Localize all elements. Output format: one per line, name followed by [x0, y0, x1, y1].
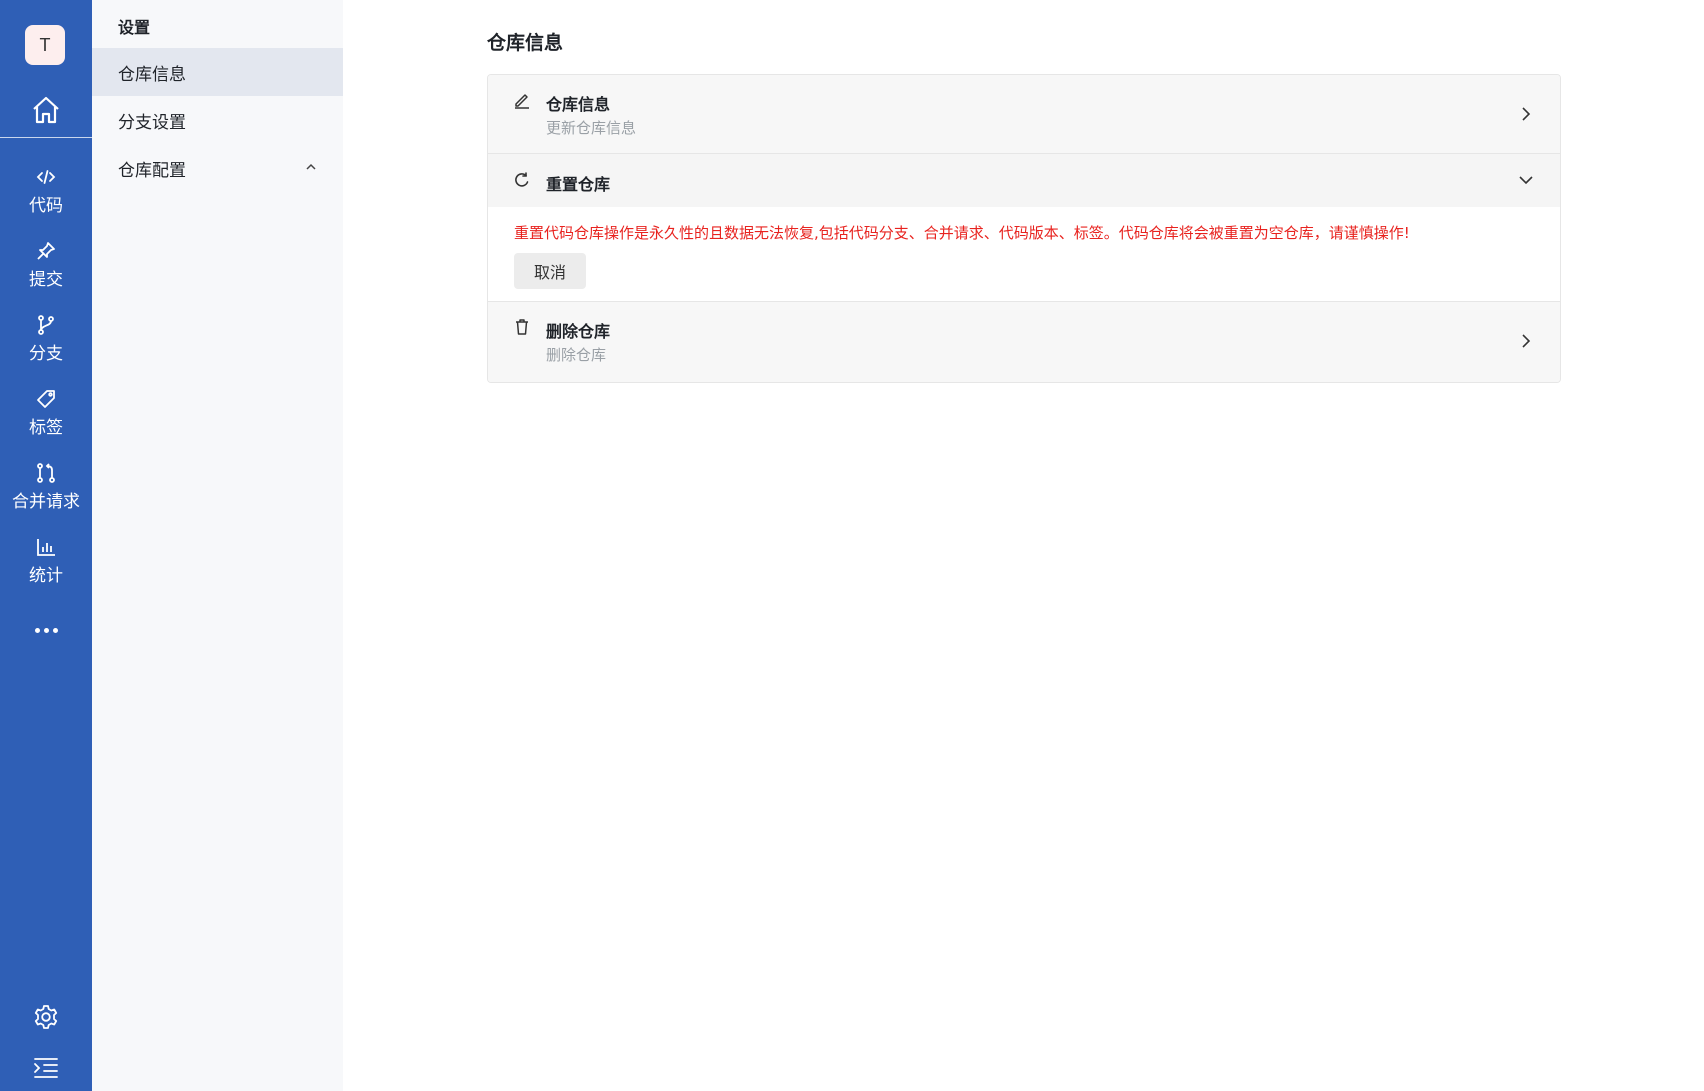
rail-item-label: 分支	[29, 344, 63, 364]
row-subtitle: 更新仓库信息	[546, 119, 637, 137]
rail-item-label: 标签	[29, 418, 63, 438]
more-icon[interactable]	[30, 620, 62, 640]
rail-item-merge-requests[interactable]: 合并请求	[0, 462, 92, 522]
row-subtitle: 删除仓库	[546, 346, 607, 364]
rail-item-branches[interactable]: 分支	[0, 314, 92, 374]
avatar[interactable]: T	[25, 25, 65, 65]
sidebar-item-label: 仓库配置	[118, 160, 186, 181]
row-title: 仓库信息	[546, 95, 611, 114]
rail-item-commits[interactable]: 提交	[0, 240, 92, 300]
repo-info-row[interactable]: 仓库信息 更新仓库信息	[488, 75, 1560, 153]
sidebar-item-label: 仓库信息	[118, 64, 186, 85]
reset-icon	[515, 172, 529, 187]
rail-item-label: 合并请求	[12, 492, 80, 512]
chevron-up-icon	[306, 163, 316, 170]
rail-item-code[interactable]: 代码	[0, 166, 92, 226]
sidebar-item-repo-info[interactable]: 仓库信息	[92, 48, 343, 96]
page-title: 仓库信息	[487, 32, 564, 54]
merge-request-icon	[37, 463, 55, 483]
chevron-right-icon	[1522, 107, 1531, 121]
bar-chart-icon	[37, 539, 55, 556]
chevron-down-icon	[1519, 176, 1533, 185]
reset-warning-text: 重置代码仓库操作是永久性的且数据无法恢复,包括代码分支、合并请求、代码版本、标签…	[514, 224, 1410, 242]
pin-icon	[37, 242, 55, 260]
rail-item-label: 提交	[29, 270, 63, 290]
tag-icon	[37, 390, 55, 408]
home-icon[interactable]	[30, 94, 62, 126]
edit-icon	[515, 94, 529, 109]
row-title: 删除仓库	[546, 322, 611, 341]
rail-item-tags[interactable]: 标签	[0, 388, 92, 448]
left-rail: T 代码 提交 分支 标签 合并请求 统计	[0, 0, 92, 1091]
settings-sidebar: 设置 仓库信息 分支设置 仓库配置	[92, 0, 343, 1091]
rail-divider	[0, 137, 92, 138]
code-icon	[36, 170, 56, 184]
settings-panel: 仓库信息 更新仓库信息 重置仓库 重置代码仓库操作是永久性的且数据无法恢复,包括…	[487, 74, 1561, 383]
rail-item-statistics[interactable]: 统计	[0, 536, 92, 596]
gear-icon[interactable]	[33, 1004, 59, 1030]
rail-item-label: 统计	[29, 566, 63, 586]
chevron-right-icon	[1522, 334, 1531, 348]
reset-repo-row[interactable]: 重置仓库	[488, 154, 1560, 207]
row-title: 重置仓库	[546, 175, 611, 194]
sidebar-item-branch-settings[interactable]: 分支设置	[92, 96, 343, 144]
sidebar-item-label: 分支设置	[118, 112, 186, 133]
sidebar-item-repo-config[interactable]: 仓库配置	[92, 144, 343, 192]
branch-icon	[38, 315, 54, 335]
rail-item-label: 代码	[29, 196, 63, 216]
delete-repo-row[interactable]: 删除仓库 删除仓库	[488, 302, 1560, 382]
trash-icon	[516, 319, 528, 335]
cancel-button[interactable]: 取消	[514, 253, 586, 289]
collapse-menu-icon[interactable]	[33, 1056, 59, 1080]
sidebar-title: 设置	[118, 18, 151, 37]
